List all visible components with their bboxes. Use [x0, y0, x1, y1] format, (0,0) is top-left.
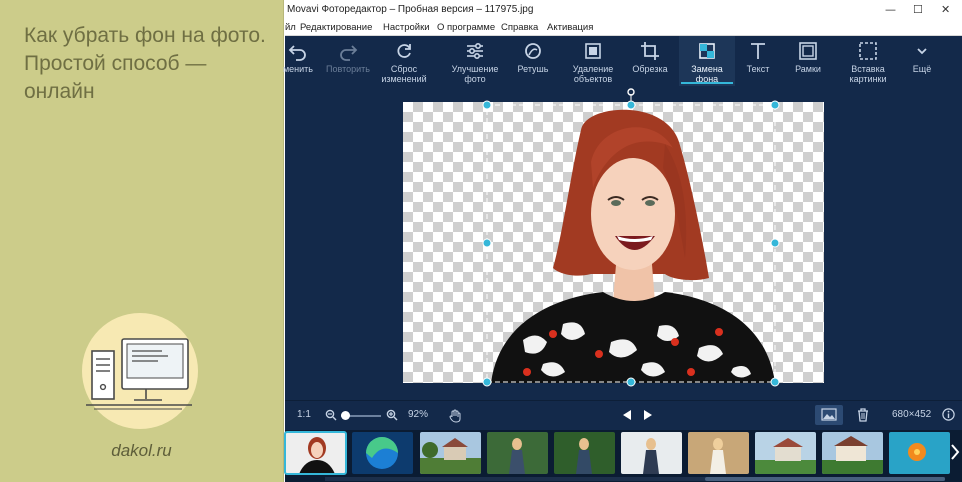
redo-icon	[340, 45, 358, 61]
object-removal-button[interactable]: Удаление объектов	[565, 36, 621, 86]
thumbnail[interactable]	[621, 432, 682, 474]
background-replace-label-2: фона	[695, 74, 719, 84]
undo-icon	[288, 45, 306, 61]
canvas-area	[285, 86, 962, 400]
image-dimensions: 680×452	[892, 409, 932, 420]
reset-label-2: изменений	[381, 74, 427, 84]
more-button[interactable]: Ещё	[905, 36, 939, 86]
trash-icon[interactable]	[857, 408, 869, 425]
reset-label-1: Сброс	[390, 64, 418, 74]
retouch-label: Ретушь	[517, 64, 549, 74]
filmstrip-scroll-thumb[interactable]	[705, 477, 945, 481]
object-removal-label-2: объектов	[573, 74, 613, 84]
enhance-button[interactable]: Улучшение фото	[445, 36, 505, 86]
object-removal-label-1: Удаление	[572, 64, 614, 74]
frame-icon	[799, 42, 817, 60]
menu-about[interactable]: О программе	[437, 20, 495, 35]
menu-bar: йл Редактирование Настройки О программе …	[285, 20, 962, 36]
close-icon[interactable]: ✕	[941, 0, 950, 20]
prev-image-icon[interactable]	[623, 410, 632, 423]
photo-editor-window: Movavi Фоторедактор – Пробная версия – 1…	[283, 0, 962, 482]
zoom-out-icon[interactable]	[325, 409, 337, 424]
more-label: Ещё	[912, 64, 932, 74]
thumbnail[interactable]	[688, 432, 749, 474]
site-logo	[82, 313, 198, 429]
reset-icon	[397, 44, 411, 58]
filmstrip-scrollbar[interactable]	[325, 477, 945, 481]
window-title: Movavi Фоторедактор – Пробная версия – 1…	[287, 4, 534, 15]
actual-size-button[interactable]: 1:1	[297, 409, 311, 420]
filmstrip-toggle-button[interactable]	[815, 405, 843, 425]
reset-button[interactable]: Сброс изменений	[376, 36, 432, 86]
thumbnail[interactable]	[487, 432, 548, 474]
menu-file[interactable]: йл	[285, 20, 296, 35]
resize-handle[interactable]	[482, 238, 492, 248]
title-bar: Movavi Фоторедактор – Пробная версия – 1…	[285, 0, 962, 20]
resize-handle[interactable]	[770, 238, 780, 248]
filmstrip-next-icon[interactable]	[950, 444, 960, 464]
filmstrip	[284, 430, 962, 482]
frames-button[interactable]: Рамки	[789, 36, 827, 86]
insert-image-button[interactable]: Вставка картинки	[843, 36, 893, 86]
next-image-icon[interactable]	[643, 410, 652, 423]
promo-title: Как убрать фон на фото. Простой способ —…	[24, 24, 266, 103]
gallery-icon	[821, 408, 837, 421]
insert-image-label-1: Вставка	[851, 64, 885, 74]
retouch-icon	[525, 43, 541, 59]
undo-button[interactable]: менить	[281, 36, 315, 86]
redo-label: Повторить	[326, 64, 370, 74]
thumbnail[interactable]	[284, 431, 347, 475]
frames-label: Рамки	[795, 64, 821, 74]
thumbnail[interactable]	[889, 432, 950, 474]
redo-button[interactable]: Повторить	[321, 36, 375, 86]
resize-handle[interactable]	[770, 377, 780, 387]
sliders-icon	[467, 42, 483, 60]
menu-settings[interactable]: Настройки	[383, 20, 430, 35]
resize-handle[interactable]	[770, 100, 780, 110]
text-label: Текст	[746, 64, 770, 74]
chevron-down-icon	[917, 48, 927, 55]
background-replace-icon	[699, 43, 715, 59]
background-replace-label-1: Замена	[691, 64, 723, 74]
selection-frame[interactable]	[285, 86, 962, 400]
crop-button[interactable]: Обрезка	[627, 36, 673, 86]
thumbnail[interactable]	[352, 432, 413, 474]
menu-activation[interactable]: Активация	[547, 20, 593, 35]
resize-handle[interactable]	[626, 100, 636, 110]
insert-image-icon	[859, 42, 877, 60]
enhance-label-2: фото	[464, 74, 486, 84]
text-icon	[751, 43, 765, 59]
retouch-button[interactable]: Ретушь	[511, 36, 555, 86]
thumbnail[interactable]	[822, 432, 883, 474]
thumbnail[interactable]	[420, 432, 481, 474]
enhance-label-1: Улучшение	[451, 64, 499, 74]
zoom-slider-handle[interactable]	[341, 411, 350, 420]
object-removal-icon	[585, 43, 601, 59]
menu-help[interactable]: Справка	[501, 20, 538, 35]
promo-site: dakol.ru	[111, 441, 172, 460]
text-button[interactable]: Текст	[741, 36, 775, 86]
resize-handle[interactable]	[482, 100, 492, 110]
undo-label: менить	[282, 64, 313, 74]
hand-icon[interactable]	[449, 409, 462, 426]
background-replace-button[interactable]: Замена фона	[679, 36, 735, 86]
zoom-value: 92%	[408, 409, 429, 420]
crop-label: Обрезка	[632, 64, 668, 74]
computer-icon	[86, 338, 192, 410]
promo-panel: Как убрать фон на фото. Простой способ —…	[0, 0, 284, 482]
status-bar: 1:1 92% 680×452	[285, 400, 962, 431]
zoom-in-icon[interactable]	[386, 409, 398, 424]
thumbnail[interactable]	[554, 432, 615, 474]
maximize-icon[interactable]: ☐	[913, 0, 923, 20]
minimize-icon[interactable]: —	[885, 0, 896, 20]
crop-icon	[641, 42, 659, 60]
resize-handle[interactable]	[626, 377, 636, 387]
toolbar: менить Повторить Сброс изменений Улучшен…	[283, 36, 962, 86]
info-icon[interactable]	[942, 408, 955, 424]
menu-edit[interactable]: Редактирование	[300, 20, 372, 35]
thumbnail[interactable]	[755, 432, 816, 474]
resize-handle[interactable]	[482, 377, 492, 387]
insert-image-label-2: картинки	[849, 74, 887, 84]
